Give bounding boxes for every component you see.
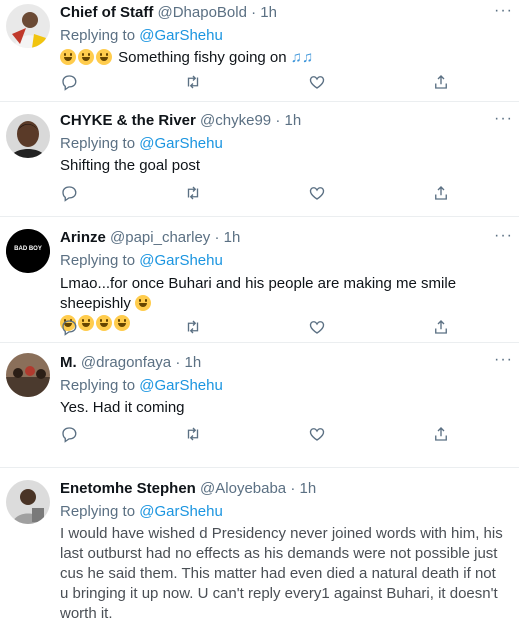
tweet-body: Lmao...for once Buhari and his people ar… (60, 275, 457, 312)
timestamp[interactable]: 1h (184, 354, 201, 371)
avatar-photo-icon (6, 4, 50, 48)
avatar[interactable] (6, 480, 50, 524)
display-name[interactable]: CHYKE & the River (60, 112, 196, 129)
user-handle[interactable]: @dragonfaya (81, 354, 171, 371)
retweet-icon[interactable] (184, 425, 202, 445)
timestamp[interactable]: 1h (260, 4, 277, 21)
replying-label: Replying to (60, 252, 136, 269)
tweet-actions (60, 184, 450, 204)
tweet-header: Chief of Staff @DhapoBold · 1h (60, 4, 507, 22)
tweet-content: CHYKE & the River @chyke99 · 1h Replying… (60, 112, 507, 176)
avatar-photo-icon (6, 114, 50, 158)
musical-notes-icon: ♫♫ (290, 49, 314, 66)
tweet-header: CHYKE & the River @chyke99 · 1h (60, 112, 507, 130)
separator-dot: · (275, 112, 281, 129)
reply-icon[interactable] (60, 73, 78, 93)
tweet-4[interactable]: M. @dragonfaya · 1h Replying to @GarSheh… (0, 343, 519, 468)
more-icon[interactable]: ··· (494, 3, 513, 19)
tweet-1[interactable]: Chief of Staff @DhapoBold · 1h Replying … (0, 0, 519, 102)
tweet-header: Arinze @papi_charley · 1h (60, 229, 507, 247)
separator-dot: · (214, 229, 220, 246)
grinning-face-icon (78, 49, 94, 65)
mention-link[interactable]: @GarShehu (139, 503, 223, 520)
tweet-content: M. @dragonfaya · 1h Replying to @GarSheh… (60, 354, 507, 418)
more-icon[interactable]: ··· (494, 352, 513, 368)
display-name[interactable]: Arinze (60, 229, 106, 246)
replying-to: Replying to @GarShehu (60, 135, 507, 153)
share-icon[interactable] (432, 184, 450, 204)
like-icon[interactable] (308, 425, 326, 445)
user-handle[interactable]: @Aloyebaba (200, 480, 286, 497)
replying-label: Replying to (60, 27, 136, 44)
display-name[interactable]: M. (60, 354, 77, 371)
user-handle[interactable]: @papi_charley (110, 229, 210, 246)
replying-label: Replying to (60, 135, 136, 152)
tweet-body: I would have wished d Presidency never j… (60, 525, 503, 622)
tweet-2[interactable]: CHYKE & the River @chyke99 · 1h Replying… (0, 102, 519, 217)
reply-icon[interactable] (60, 425, 78, 445)
share-icon[interactable] (432, 425, 450, 445)
mention-link[interactable]: @GarShehu (139, 377, 223, 394)
avatar[interactable] (6, 4, 50, 48)
tweet-content: Chief of Staff @DhapoBold · 1h Replying … (60, 4, 507, 68)
tweet-header: M. @dragonfaya · 1h (60, 354, 507, 372)
avatar[interactable] (6, 353, 50, 397)
mention-link[interactable]: @GarShehu (139, 135, 223, 152)
grinning-face-icon (60, 49, 76, 65)
separator-dot: · (290, 480, 296, 497)
tweet-content: Enetomhe Stephen @Aloyebaba · 1h Replyin… (60, 480, 507, 624)
tweet-body: Shifting the goal post (60, 157, 201, 174)
timestamp[interactable]: 1h (285, 112, 302, 129)
like-icon[interactable] (308, 318, 326, 338)
timestamp[interactable]: 1h (300, 480, 317, 497)
reply-icon[interactable] (60, 184, 78, 204)
replying-label: Replying to (60, 377, 136, 394)
retweet-icon[interactable] (184, 318, 202, 338)
avatar-photo-icon (6, 353, 50, 397)
tweet-actions (60, 425, 450, 445)
mention-link[interactable]: @GarShehu (139, 252, 223, 269)
tweet-actions (60, 73, 450, 93)
tweet-text: Something fishy going on ♫♫ (60, 48, 507, 68)
like-icon[interactable] (308, 73, 326, 93)
separator-dot: · (251, 4, 257, 21)
avatar-text: BAD BOY (14, 246, 42, 252)
reply-feed: Chief of Staff @DhapoBold · 1h Replying … (0, 0, 519, 624)
user-handle[interactable]: @chyke99 (200, 112, 271, 129)
replying-to: Replying to @GarShehu (60, 27, 507, 45)
sweat-smile-icon (135, 295, 152, 311)
retweet-icon[interactable] (184, 184, 202, 204)
more-icon[interactable]: ··· (494, 228, 513, 244)
share-icon[interactable] (432, 318, 450, 338)
avatar[interactable] (6, 114, 50, 158)
tweet-body: Yes. Had it coming (60, 399, 185, 416)
replying-to: Replying to @GarShehu (60, 503, 507, 521)
tweet-5[interactable]: Enetomhe Stephen @Aloyebaba · 1h Replyin… (0, 468, 519, 624)
user-handle[interactable]: @DhapoBold (158, 4, 247, 21)
grinning-face-icon (96, 49, 112, 65)
replying-to: Replying to @GarShehu (60, 252, 507, 270)
tweet-body: Something fishy going on (118, 49, 287, 66)
share-icon[interactable] (432, 73, 450, 93)
avatar[interactable]: BAD BOY (6, 229, 50, 273)
timestamp[interactable]: 1h (224, 229, 241, 246)
tweet-3[interactable]: BAD BOY Arinze @papi_charley · 1h Replyi… (0, 217, 519, 343)
avatar-photo-icon (6, 480, 50, 524)
retweet-icon[interactable] (184, 73, 202, 93)
mention-link[interactable]: @GarShehu (139, 27, 223, 44)
display-name[interactable]: Chief of Staff (60, 4, 153, 21)
tweet-actions (60, 318, 450, 338)
tweet-header: Enetomhe Stephen @Aloyebaba · 1h (60, 480, 507, 498)
replying-label: Replying to (60, 503, 136, 520)
display-name[interactable]: Enetomhe Stephen (60, 480, 196, 497)
like-icon[interactable] (308, 184, 326, 204)
more-icon[interactable]: ··· (494, 111, 513, 127)
replying-to: Replying to @GarShehu (60, 377, 507, 395)
separator-dot: · (175, 354, 181, 371)
reply-icon[interactable] (60, 318, 78, 338)
